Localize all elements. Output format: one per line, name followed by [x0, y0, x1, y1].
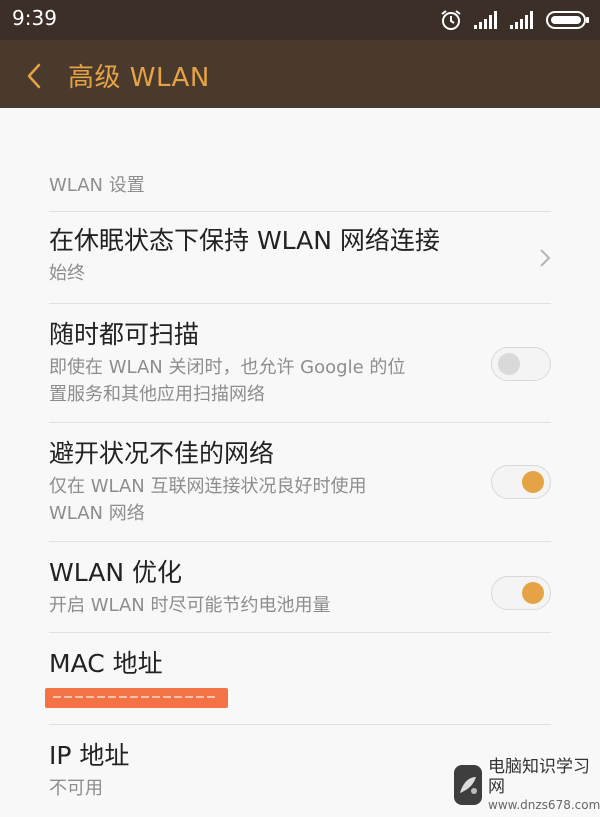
watermark-text: 电脑知识学习网 www.dnzs678.com	[488, 757, 600, 813]
avoid-poor-title: 避开状况不佳的网络	[49, 439, 275, 468]
scan-always-title: 随时都可扫描	[49, 320, 200, 349]
toggle-knob	[522, 471, 544, 493]
chevron-right-icon	[539, 248, 551, 272]
scan-always-desc-line1: 即使在 WLAN 关闭时，也允许 Google 的位	[49, 357, 406, 378]
signal-icon	[474, 11, 498, 29]
keep-wlan-title: 在休眠状态下保持 WLAN 网络连接	[49, 226, 440, 255]
wlan-optimization-desc: 开启 WLAN 时尽可能节约电池用量	[49, 595, 331, 616]
keep-wlan-value: 始终	[49, 263, 85, 284]
status-bar: 9:39	[0, 0, 600, 40]
page-title: 高级 WLAN	[68, 63, 210, 93]
mac-address-item: MAC 地址	[49, 632, 551, 725]
signal-icon	[510, 11, 534, 29]
redaction-mark	[45, 688, 228, 708]
status-time: 9:39	[12, 6, 57, 30]
scan-always-toggle[interactable]	[491, 347, 551, 381]
watermark-logo-icon	[454, 765, 482, 805]
watermark: 电脑知识学习网 www.dnzs678.com	[450, 755, 600, 815]
toggle-knob	[522, 582, 544, 604]
wlan-optimization-toggle[interactable]	[491, 576, 551, 610]
watermark-url: www.dnzs678.com	[488, 798, 600, 812]
scan-always-desc-line2: 置服务和其他应用扫描网络	[49, 384, 265, 405]
alarm-icon	[440, 9, 462, 31]
ip-address-title: IP 地址	[49, 741, 130, 770]
wlan-optimization-item[interactable]: WLAN 优化 开启 WLAN 时尽可能节约电池用量	[49, 541, 551, 632]
avoid-poor-desc-line1: 仅在 WLAN 互联网连接状况良好时使用	[49, 476, 367, 497]
scan-always-item[interactable]: 随时都可扫描 即使在 WLAN 关闭时，也允许 Google 的位 置服务和其他…	[49, 303, 551, 422]
avoid-poor-toggle[interactable]	[491, 465, 551, 499]
keep-wlan-during-sleep-item[interactable]: 在休眠状态下保持 WLAN 网络连接 始终	[49, 211, 551, 302]
watermark-main: 电脑知识学习网	[488, 757, 590, 797]
section-header: WLAN 设置	[49, 175, 145, 196]
app-bar: 高级 WLAN	[0, 40, 600, 108]
redacted-mac-value	[53, 696, 218, 698]
back-chevron-icon[interactable]	[26, 62, 42, 94]
wlan-optimization-title: WLAN 优化	[49, 558, 182, 587]
avoid-poor-networks-item[interactable]: 避开状况不佳的网络 仅在 WLAN 互联网连接状况良好时使用 WLAN 网络	[49, 422, 551, 541]
avoid-poor-desc-line2: WLAN 网络	[49, 503, 145, 524]
toggle-knob	[498, 353, 520, 375]
status-icons	[440, 9, 590, 31]
mac-address-title: MAC 地址	[49, 649, 163, 678]
ip-address-value: 不可用	[49, 778, 103, 799]
settings-list: WLAN 设置 在休眠状态下保持 WLAN 网络连接 始终 随时都可扫描 即使在…	[0, 108, 600, 815]
battery-icon	[546, 10, 590, 30]
